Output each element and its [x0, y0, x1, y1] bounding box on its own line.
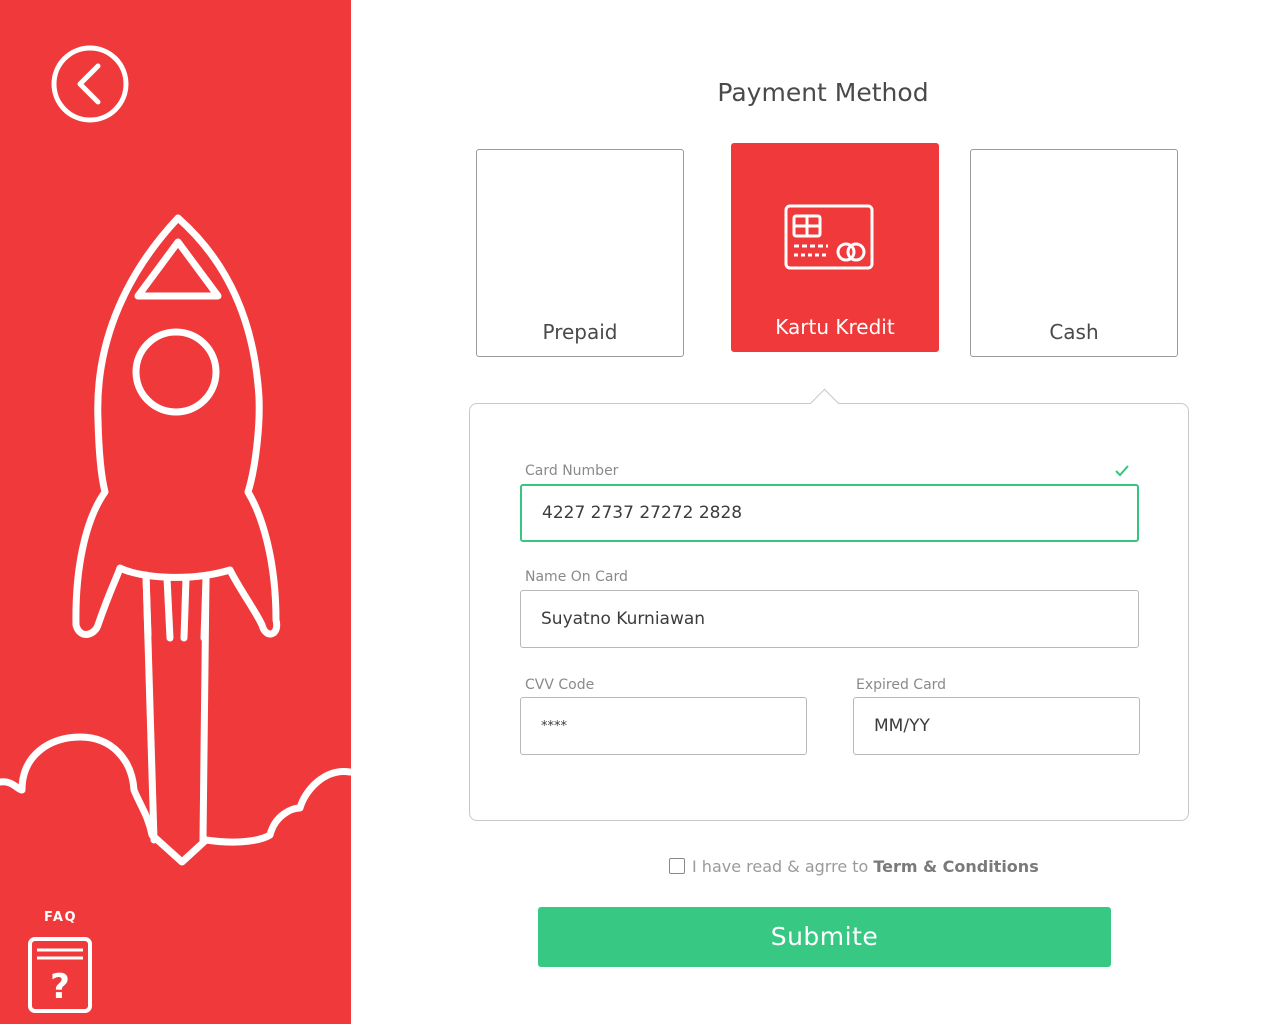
payment-method-prepaid[interactable]: Prepaid: [476, 149, 684, 357]
terms-text: I have read & agrre to: [692, 856, 869, 876]
card-number-input[interactable]: 4227 2737 27272 2828: [520, 484, 1139, 542]
card-number-value: 4227 2737 27272 2828: [542, 503, 743, 523]
submit-button[interactable]: Submite: [538, 907, 1111, 967]
expiry-label: Expired Card: [856, 677, 947, 693]
name-on-card-value: Suyatno Kurniawan: [541, 609, 706, 629]
faq-label: FAQ: [44, 910, 78, 925]
expiry-placeholder: MM/YY: [874, 716, 930, 736]
payment-method-label: Kartu Kredit: [775, 315, 895, 339]
cvv-input[interactable]: ****: [520, 697, 807, 755]
name-on-card-label: Name On Card: [525, 569, 628, 585]
terms-link[interactable]: Term & Conditions: [873, 857, 1038, 876]
payment-method-cash[interactable]: Cash: [970, 149, 1178, 357]
payment-method-label: Cash: [1049, 320, 1099, 344]
rocket-illustration: [0, 214, 351, 866]
svg-text:?: ?: [50, 967, 70, 1007]
page-title: Payment Method: [717, 78, 929, 107]
terms-checkbox[interactable]: [669, 858, 685, 874]
faq-button[interactable]: ?: [27, 936, 93, 1014]
check-icon: [1115, 465, 1129, 477]
expiry-input[interactable]: MM/YY: [853, 697, 1140, 755]
chevron-left-icon: [51, 45, 129, 123]
name-on-card-input[interactable]: Suyatno Kurniawan: [520, 590, 1139, 648]
faq-document-icon: ?: [28, 937, 92, 1013]
credit-card-icon: [784, 204, 874, 270]
terms-agreement: I have read & agrre to Term & Conditions: [669, 856, 1039, 876]
payment-method-credit-card[interactable]: Kartu Kredit: [731, 143, 939, 352]
card-number-label: Card Number: [525, 463, 619, 479]
back-button[interactable]: [50, 44, 130, 124]
payment-method-label: Prepaid: [542, 320, 618, 344]
sidebar: FAQ ?: [0, 0, 351, 1024]
cvv-label: CVV Code: [525, 677, 595, 693]
cvv-value: ****: [541, 718, 567, 734]
